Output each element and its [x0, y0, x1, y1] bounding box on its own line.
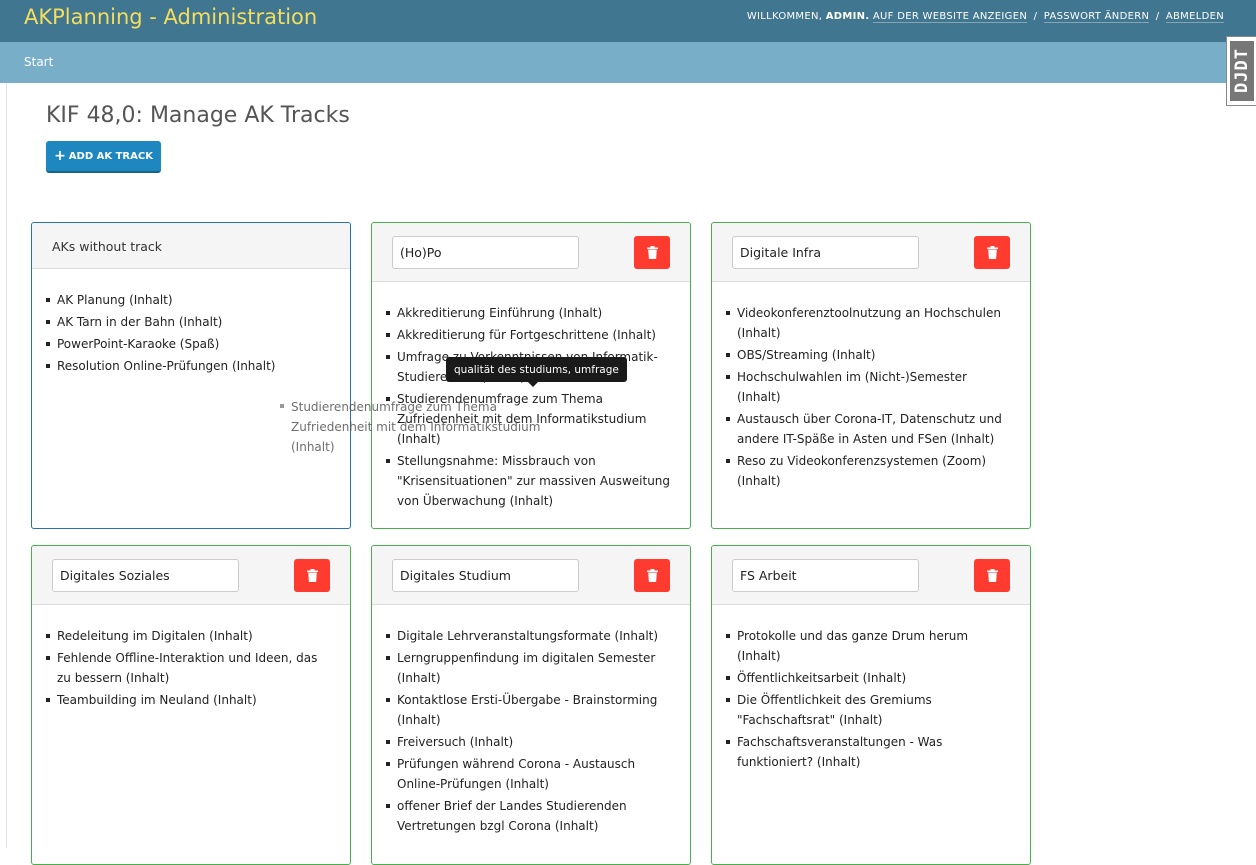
ak-item[interactable]: Fachschaftsveranstaltungen - Was funktio… [712, 732, 1030, 772]
add-ak-track-label: ADD AK TRACK [68, 150, 153, 162]
ak-item[interactable]: Hochschulwahlen im (Nicht-)Semester (Inh… [712, 367, 1030, 407]
card-header [372, 546, 690, 605]
ak-list: Redeleitung im Digitalen (Inhalt) Fehlen… [32, 626, 350, 712]
ak-item[interactable]: Lerngruppenfindung im digitalen Semester… [372, 648, 690, 688]
trash-icon [646, 569, 658, 582]
breadcrumb-start-link[interactable]: Start [24, 55, 53, 69]
delete-track-button[interactable] [634, 236, 670, 269]
ak-item[interactable]: PowerPoint-Karaoke (Spaß) [32, 334, 350, 354]
ak-item[interactable]: Die Öffentlichkeit des Gremiums "Fachsch… [712, 690, 1030, 730]
breadcrumb: Start [0, 42, 1256, 83]
trash-icon [646, 246, 658, 259]
ak-item[interactable]: Austausch über Corona-IT, Datenschutz un… [712, 409, 1030, 449]
ak-item[interactable]: Reso zu Videokonferenzsystemen (Zoom) (I… [712, 451, 1030, 491]
delete-track-button[interactable] [634, 559, 670, 592]
ak-list: Akkreditierung Einführung (Inhalt) Akkre… [372, 303, 690, 513]
ak-item[interactable]: Freiversuch (Inhalt) [372, 732, 690, 752]
card-header [32, 546, 350, 605]
ak-item[interactable]: Studierendenumfrage zum Thema Zufriedenh… [372, 389, 690, 449]
site-title[interactable]: AKPlanning - Administration [24, 5, 317, 29]
debug-toolbar-handle[interactable]: DJDT [1226, 36, 1256, 106]
track-name-input[interactable] [52, 559, 239, 592]
ak-item[interactable]: Akkreditierung Einführung (Inhalt) [372, 303, 690, 323]
user-tools: WILLKOMMEN, ADMIN. AUF DER WEBSITE ANZEI… [746, 11, 1224, 23]
tooltip: qualität des studiums, umfrage [446, 357, 627, 387]
untracked-aks-title: AKs without track [52, 239, 163, 254]
track-name-input[interactable] [732, 559, 919, 592]
ak-list: AK Planung (Inhalt) AK Tarn in der Bahn … [32, 290, 350, 378]
logout-link[interactable]: ABMELDEN [1165, 11, 1224, 23]
card-header: AKs without track [32, 223, 350, 269]
ak-item[interactable]: Fehlende Offline-Interaktion und Ideen, … [32, 648, 350, 688]
ak-item[interactable]: Akkreditierung für Fortgeschrittene (Inh… [372, 325, 690, 345]
card-header [712, 546, 1030, 605]
page-title: KIF 48,0: Manage AK Tracks [46, 103, 350, 128]
change-password-link[interactable]: PASSWORT ÄNDERN [1043, 11, 1150, 23]
separator: / [1155, 11, 1160, 22]
add-ak-track-button[interactable]: + ADD AK TRACK [46, 141, 161, 173]
ak-item[interactable]: Protokolle und das ganze Drum herum (Inh… [712, 626, 1030, 666]
ak-item[interactable]: OBS/Streaming (Inhalt) [712, 345, 1030, 365]
card-header [372, 223, 690, 282]
trash-icon [986, 246, 998, 259]
ak-item[interactable]: Teambuilding im Neuland (Inhalt) [32, 690, 350, 710]
view-site-link[interactable]: AUF DER WEBSITE ANZEIGEN [872, 11, 1028, 23]
ak-item[interactable]: Redeleitung im Digitalen (Inhalt) [32, 626, 350, 646]
ak-item[interactable]: Stellungsnahme: Missbrauch von "Krisensi… [372, 451, 690, 511]
card-header [712, 223, 1030, 282]
username: ADMIN. [825, 11, 870, 22]
ak-item[interactable]: Öffentlichkeitsarbeit (Inhalt) [712, 668, 1030, 688]
delete-track-button[interactable] [294, 559, 330, 592]
track-name-input[interactable] [392, 236, 579, 269]
track-card: Redeleitung im Digitalen (Inhalt) Fehlen… [31, 545, 351, 865]
ak-item[interactable]: Kontaktlose Ersti-Übergabe - Brainstormi… [372, 690, 690, 730]
track-card: Videokonferenztoolnutzung an Hochschulen… [711, 222, 1031, 529]
debug-toolbar-label: DJDT [1230, 41, 1254, 101]
ak-list: Videokonferenztoolnutzung an Hochschulen… [712, 303, 1030, 493]
ak-item[interactable]: AK Planung (Inhalt) [32, 290, 350, 310]
track-card: Digitale Lehrveranstaltungsformate (Inha… [371, 545, 691, 865]
track-name-input[interactable] [392, 559, 579, 592]
trash-icon [986, 569, 998, 582]
header: AKPlanning - Administration WILLKOMMEN, … [0, 0, 1256, 42]
tooltip-text: qualität des studiums, umfrage [454, 363, 619, 376]
ak-item[interactable]: Resolution Online-Prüfungen (Inhalt) [32, 356, 350, 376]
ak-item[interactable]: Prüfungen während Corona - Austausch Onl… [372, 754, 690, 794]
untracked-aks-card: AKs without track AK Planung (Inhalt) AK… [31, 222, 351, 529]
delete-track-button[interactable] [974, 236, 1010, 269]
ak-item[interactable]: AK Tarn in der Bahn (Inhalt) [32, 312, 350, 332]
separator: / [1033, 11, 1038, 22]
plus-icon: + [54, 148, 66, 164]
trash-icon [306, 569, 318, 582]
divider [6, 83, 7, 848]
ak-item[interactable]: offener Brief der Landes Studierenden Ve… [372, 796, 690, 836]
welcome-text: WILLKOMMEN, [746, 11, 823, 22]
track-name-input[interactable] [732, 236, 919, 269]
track-card: Protokolle und das ganze Drum herum (Inh… [711, 545, 1031, 865]
ak-list: Digitale Lehrveranstaltungsformate (Inha… [372, 626, 690, 838]
ak-item[interactable]: Digitale Lehrveranstaltungsformate (Inha… [372, 626, 690, 646]
ak-list: Protokolle und das ganze Drum herum (Inh… [712, 626, 1030, 774]
delete-track-button[interactable] [974, 559, 1010, 592]
ak-item[interactable]: Videokonferenztoolnutzung an Hochschulen… [712, 303, 1030, 343]
